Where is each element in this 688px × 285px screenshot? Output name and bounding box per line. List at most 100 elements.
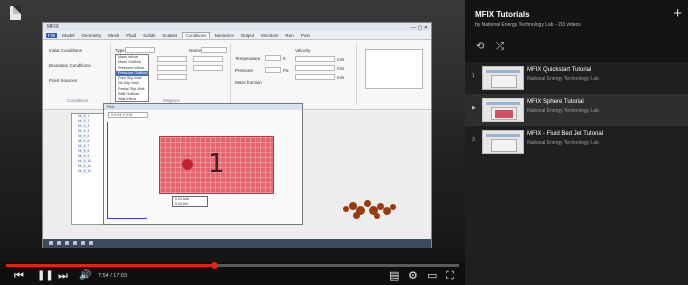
unit-pa: Pa [283, 68, 289, 73]
popup-line-2: 0.05 Del [175, 202, 189, 206]
velocity-label: Velocity [295, 48, 311, 53]
shuffle-icon[interactable]: ⤮ [496, 41, 504, 52]
type-label: Type [115, 48, 125, 53]
velocity-y-field [295, 65, 335, 71]
app-tab: Mesh [108, 32, 120, 38]
axis-horizontal [107, 218, 147, 219]
mfix-app-window: MFIX — ▢ ✕ File Model Geometry Mesh Fluid Sol… [42, 22, 432, 248]
loop-icon[interactable]: ⟲ [476, 41, 484, 52]
unit-ms-1: m/s [337, 57, 345, 62]
app-tab: File [46, 32, 58, 38]
pressure-label: Pressure [235, 68, 254, 73]
playlist-subtitle: by National Energy Technology Lab - 2/3 … [475, 22, 581, 28]
type-select [125, 47, 155, 53]
video-thumbnail [482, 66, 524, 90]
app-tab: Run [285, 32, 294, 38]
app-tab: Conditions [182, 32, 210, 38]
species-table [365, 49, 423, 89]
dropdown-option: Wall Inflow [118, 97, 137, 102]
gas-properties-group: Temperature K Pressure Pa Mass fraction … [233, 43, 357, 105]
axis-vertical [107, 122, 108, 218]
app-tab: Scalars [162, 32, 178, 38]
youtube-embed: MFIX — ▢ ✕ File Model Geometry Mesh Fluid Sol… [0, 0, 688, 285]
window-controls-icon: — ▢ ✕ [411, 25, 428, 31]
app-tab: Solids [143, 32, 156, 38]
playlist-item-active[interactable]: ▶ MFIX Sphere Tutorial National Energy T… [465, 94, 688, 126]
app-titlebar: MFIX — ▢ ✕ [43, 23, 431, 31]
playlist-item-index: 1 [472, 73, 475, 79]
region-field-1 [157, 56, 187, 62]
player-controls: ⏮ ❚❚ ⏭ 🔊 7:54 / 17:03 ▤ ⚙ ▭ ⛶ [0, 267, 465, 285]
point-sources-label: Point Sources [49, 78, 78, 83]
temperature-field [265, 55, 281, 61]
particle-cluster [343, 194, 403, 224]
fullscreen-icon[interactable]: ⛶ [446, 269, 454, 283]
velocity-z-field [295, 74, 335, 80]
simulation-domain: 1 [159, 136, 274, 194]
time-display: 7:54 / 17:03 [98, 273, 128, 279]
app-tab: Post [300, 32, 310, 38]
playlist-item-index: 3 [472, 137, 475, 143]
name-field [201, 47, 227, 53]
plot-window-title: Plot [104, 104, 302, 110]
region-field-4 [193, 56, 223, 62]
volume-icon[interactable]: 🔊 [79, 269, 91, 283]
playlist-header: MFIX Tutorials by National Energy Techno… [465, 0, 688, 62]
playlist-panel: MFIX Tutorials by National Energy Techno… [465, 0, 688, 285]
region-field-5 [193, 65, 223, 71]
pressure-field [265, 67, 281, 73]
video-thumbnail [482, 98, 524, 122]
pause-icon[interactable]: ❚❚ [37, 269, 54, 283]
unit-ms-2: m/s [337, 66, 345, 71]
velocity-x-field [295, 56, 335, 62]
plot-coords: X 0.24 Y 0.01 [108, 112, 148, 118]
video-thumbnail [482, 130, 524, 154]
app-tab: Model [62, 32, 75, 38]
playlist-item-title: MFIX - Fluid Bed Jet Tutorial [527, 131, 604, 137]
conditions-group-label: Conditions [66, 98, 89, 103]
settings-icon[interactable]: ⚙ [408, 269, 418, 283]
playlist-title[interactable]: MFIX Tutorials [475, 10, 530, 19]
region-field-2 [157, 65, 187, 71]
playlist-item-author: National Energy Technology Lab [527, 108, 599, 114]
playlist-item[interactable]: 3 MFIX - Fluid Bed Jet Tutorial National… [465, 126, 688, 158]
region-field-3 [157, 74, 187, 80]
boundary-conditions-label: Boundary Conditions [49, 63, 91, 68]
playlist-item-title: MFIX Quickstart Tutorial [527, 67, 592, 73]
video-frame[interactable]: MFIX — ▢ ✕ File Model Geometry Mesh Fluid Sol… [0, 0, 465, 262]
app-tab: Numerics [214, 32, 234, 38]
video-player[interactable]: MFIX — ▢ ✕ File Model Geometry Mesh Fluid Sol… [0, 0, 465, 285]
plot-window: Plot X 0.24 Y 0.01 1 0.04 Add 0.05 Del [103, 103, 303, 225]
app-tab: Output [240, 32, 255, 38]
playlist-item[interactable]: 1 MFIX Quickstart Tutorial National Ener… [465, 62, 688, 94]
sphere-object [182, 159, 193, 170]
app-statusbar [43, 239, 431, 248]
playlist-item-author: National Energy Technology Lab [527, 140, 599, 146]
playlist-item-author: National Energy Technology Lab [527, 76, 599, 82]
conditions-list-group: Initial Conditions Boundary Conditions P… [45, 43, 111, 105]
previous-icon[interactable]: ⏮ [14, 269, 24, 283]
name-label: Name [189, 48, 202, 53]
conditions-ribbon: Initial Conditions Boundary Conditions P… [43, 40, 431, 110]
now-playing-icon: ▶ [472, 105, 476, 111]
bc-type-dropdown: Mass Inflow Mass Outflow Pressure Inflow Pr… [115, 54, 149, 102]
next-icon[interactable]: ⏭ [58, 269, 68, 283]
unit-k: K [283, 56, 287, 61]
app-tab: Geometry [81, 32, 102, 38]
captions-icon[interactable]: ▤ [389, 269, 399, 283]
species-group [361, 43, 429, 105]
app-tab: Monitors [261, 32, 279, 38]
app-menu-tabs: File Model Geometry Mesh Fluid Solids Scalars C… [43, 31, 431, 40]
playlist-item-title: MFIX Sphere Tutorial [527, 99, 584, 105]
add-to-playlist-icon[interactable]: + [673, 6, 682, 21]
initial-conditions-label: Initial Conditions [49, 48, 83, 53]
app-title-text: MFIX [47, 24, 59, 30]
unit-ms-3: m/s [337, 75, 345, 80]
marker-label: 1 [208, 149, 225, 179]
app-tab: Fluid [126, 32, 137, 38]
theater-mode-icon[interactable]: ▭ [427, 269, 437, 283]
temperature-label: Temperature [235, 56, 261, 61]
document-icon [10, 6, 21, 20]
mass-fraction-label: Mass fraction [235, 80, 262, 85]
context-popup: 0.04 Add 0.05 Del [172, 196, 208, 207]
